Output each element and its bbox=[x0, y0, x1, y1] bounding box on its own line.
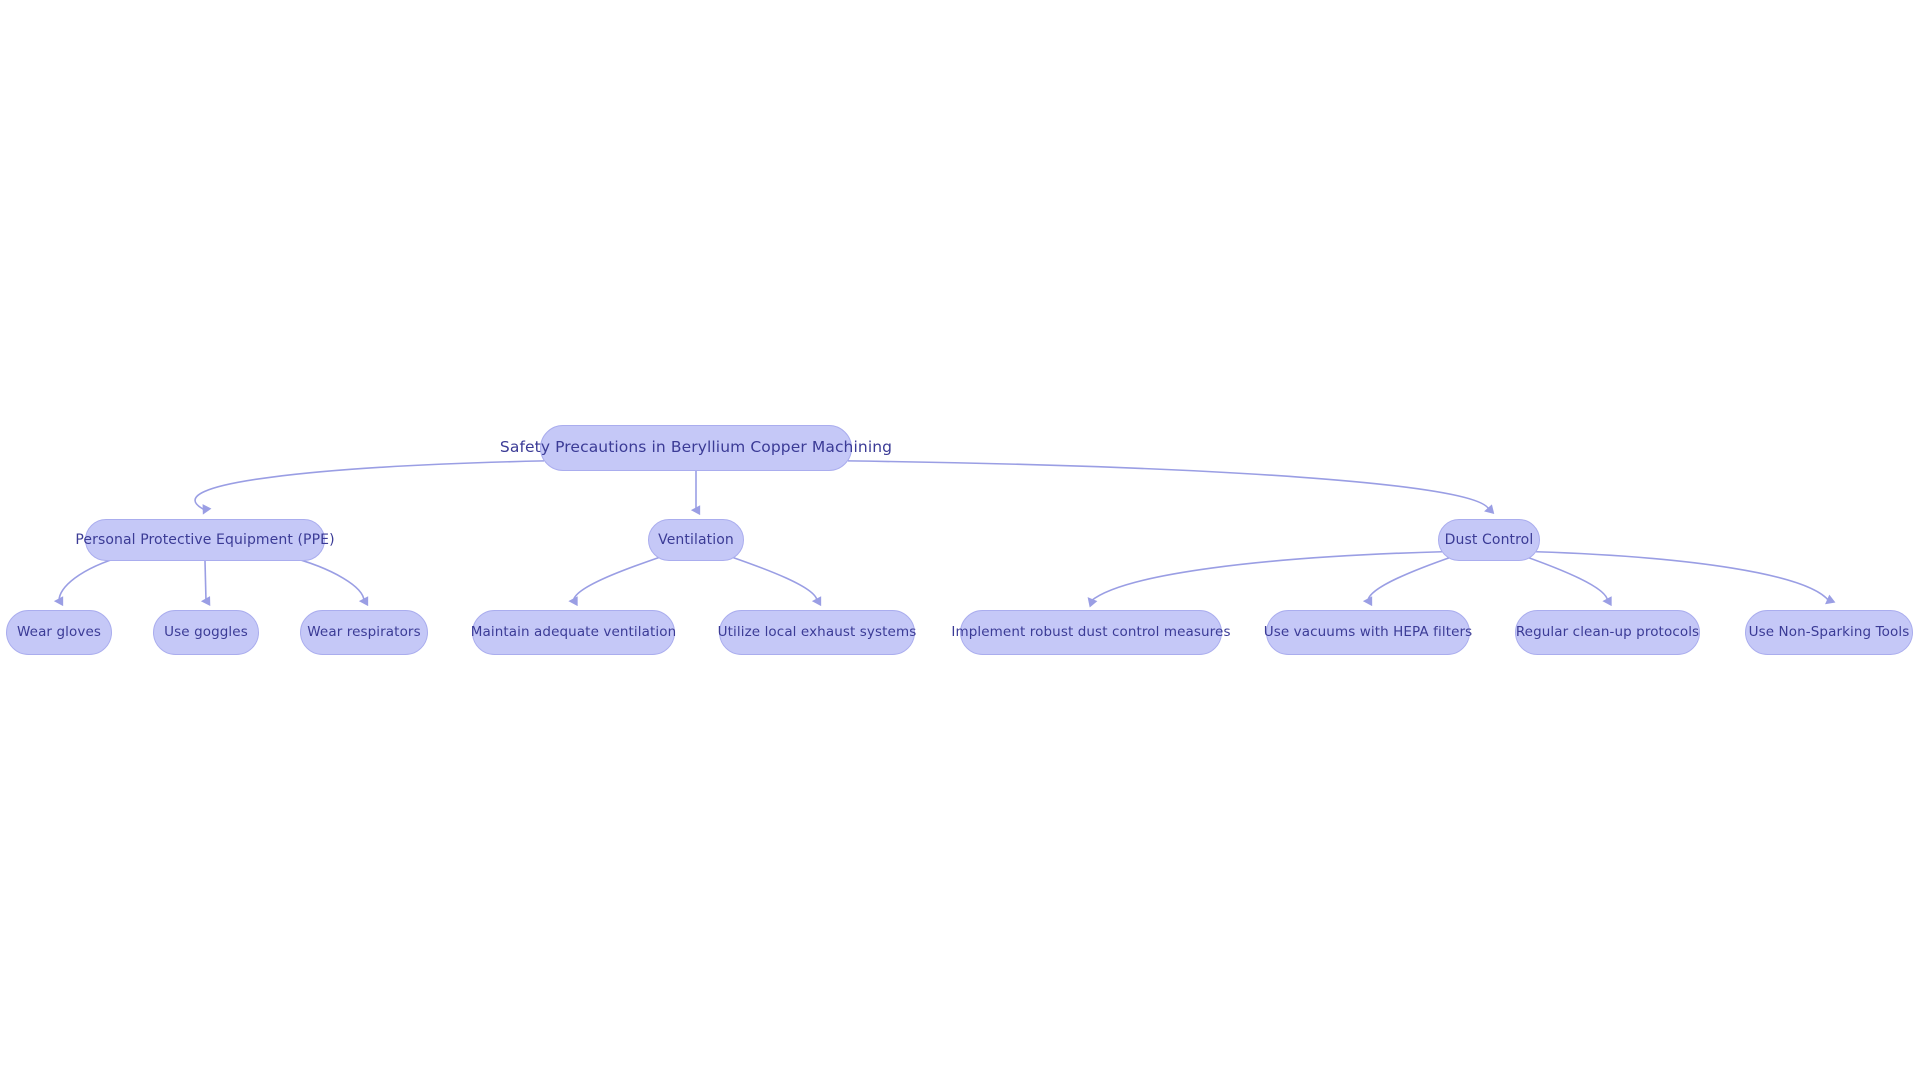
node-wear-gloves-label: Wear gloves bbox=[17, 623, 101, 640]
edge-ppe-to-goggles bbox=[200, 560, 211, 607]
node-ventilation-label: Ventilation bbox=[658, 532, 734, 548]
node-regular-clean-up-protocols[interactable]: Regular clean-up protocols bbox=[1515, 610, 1700, 655]
node-implement-robust-dust-control-measures[interactable]: Implement robust dust control measures bbox=[951, 610, 1230, 655]
node-use-goggles[interactable]: Use goggles bbox=[153, 610, 259, 655]
node-dust-control[interactable]: Dust Control bbox=[1438, 519, 1540, 561]
edge-dust-to-cleanup bbox=[1523, 555, 1612, 607]
node-wear-gloves[interactable]: Wear gloves bbox=[6, 610, 112, 655]
node-ventilation[interactable]: Ventilation bbox=[648, 519, 744, 561]
node-implement-robust-dust-control-measures-label: Implement robust dust control measures bbox=[951, 623, 1231, 640]
node-utilize-local-exhaust-systems[interactable]: Utilize local exhaust systems bbox=[717, 610, 917, 655]
edge-ventilation-to-adequate-vent bbox=[568, 555, 664, 607]
edge-paths bbox=[53, 460, 1836, 608]
node-wear-respirators-label: Wear respirators bbox=[307, 623, 421, 640]
edge-dust-to-robust-dust bbox=[1087, 550, 1443, 608]
node-regular-clean-up-protocols-label: Regular clean-up protocols bbox=[1515, 623, 1700, 640]
node-personal-protective-equipment[interactable]: Personal Protective Equipment (PPE) bbox=[75, 519, 335, 561]
edge-root-to-dust bbox=[847, 460, 1495, 514]
node-root[interactable]: Safety Precautions in Beryllium Copper M… bbox=[500, 425, 892, 471]
node-root-label: Safety Precautions in Beryllium Copper M… bbox=[499, 438, 893, 457]
node-dust-control-label: Dust Control bbox=[1444, 532, 1534, 548]
flowchart-canvas: Safety Precautions in Beryllium Copper M… bbox=[0, 0, 1920, 1083]
edge-dust-to-hepa bbox=[1362, 555, 1455, 607]
node-use-non-sparking-tools-label: Use Non-Sparking Tools bbox=[1748, 623, 1910, 640]
edge-root-to-ppe bbox=[194, 460, 545, 515]
node-wear-respirators[interactable]: Wear respirators bbox=[300, 610, 428, 655]
node-maintain-adequate-ventilation[interactable]: Maintain adequate ventilation bbox=[470, 610, 677, 655]
node-use-vacuums-with-hepa-filters-label: Use vacuums with HEPA filters bbox=[1263, 623, 1473, 640]
edge-ppe-to-gloves bbox=[53, 555, 124, 607]
edge-ventilation-to-exhaust bbox=[728, 555, 822, 607]
node-use-vacuums-with-hepa-filters[interactable]: Use vacuums with HEPA filters bbox=[1263, 610, 1473, 655]
node-maintain-adequate-ventilation-label: Maintain adequate ventilation bbox=[470, 623, 677, 640]
node-utilize-local-exhaust-systems-label: Utilize local exhaust systems bbox=[717, 623, 917, 640]
edge-dust-to-non-sparking bbox=[1535, 550, 1836, 605]
edge-ppe-to-respirators bbox=[286, 555, 369, 607]
node-use-non-sparking-tools[interactable]: Use Non-Sparking Tools bbox=[1745, 610, 1913, 655]
node-use-goggles-label: Use goggles bbox=[164, 623, 248, 640]
node-personal-protective-equipment-label: Personal Protective Equipment (PPE) bbox=[75, 532, 335, 548]
